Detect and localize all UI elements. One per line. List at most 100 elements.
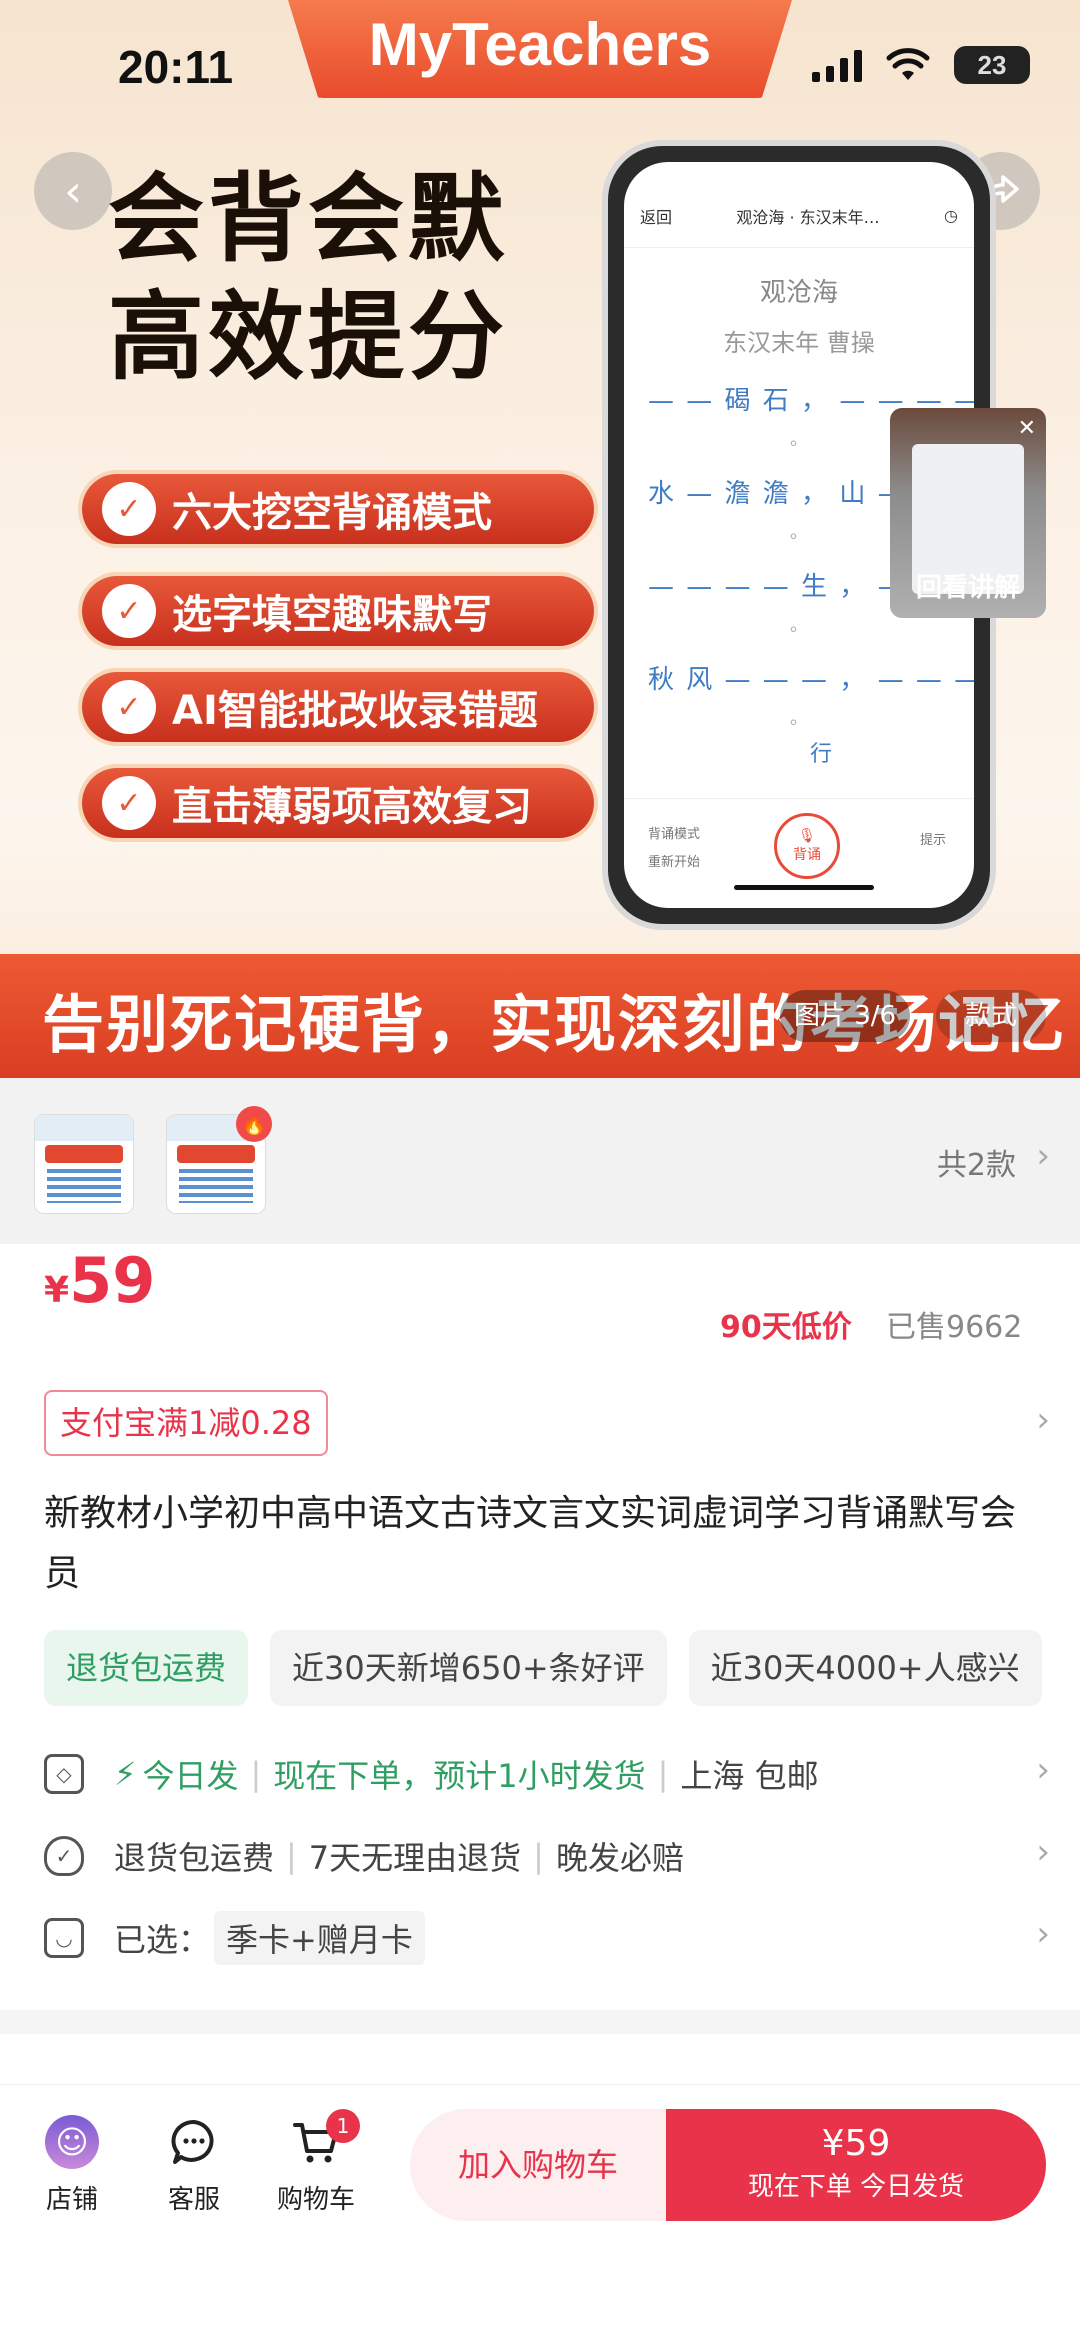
- service-row[interactable]: ✓ 退货包运费 | 7天无理由退货 | 晚发必赔: [44, 1826, 1044, 1886]
- customer-service-button[interactable]: 客服: [144, 2115, 244, 2216]
- banner-text: 告别死记硬背，实现深刻的考场记忆: [42, 988, 1067, 1061]
- buy-now-button[interactable]: ¥59 现在下单 今日发货: [666, 2109, 1046, 2221]
- restart-label: 重新开始: [648, 855, 701, 870]
- style-tab[interactable]: 款式: [936, 990, 1046, 1042]
- separator: |: [250, 1755, 262, 1793]
- hero-headline: 会背会默 高效提分: [108, 160, 508, 396]
- chat-icon: [167, 2115, 221, 2169]
- shield-check-icon: ✓: [44, 1836, 84, 1876]
- poem-dot: 。: [790, 708, 808, 729]
- separator: |: [533, 1837, 544, 1875]
- status-time: 20:11: [118, 41, 234, 93]
- home-indicator: [734, 885, 874, 890]
- tag-row: 退货包运费 近30天新增650+条好评 近30天4000+人感兴: [44, 1630, 1042, 1706]
- phone-toolbar-left: 背诵模式 重新开始: [648, 821, 700, 877]
- phone-back-label: 返回: [640, 207, 673, 227]
- price-symbol: ¥: [44, 1270, 70, 1311]
- chevron-right-icon[interactable]: ›: [1036, 1400, 1050, 1440]
- interest-tag: 近30天4000+人感兴: [688, 1630, 1042, 1706]
- brand-logo: MyTeachers: [288, 0, 792, 98]
- variant-thumbnail[interactable]: [34, 1114, 134, 1214]
- ship-desc: 现在下单，预计1小时发货: [273, 1757, 646, 1795]
- variant-thumb-lines: [47, 1169, 121, 1203]
- feature-pill: ✓ 六大挖空背诵模式: [82, 474, 594, 544]
- bottom-action-bar: ☺ 店铺 客服 1 购物车 加入购物车 ¥59 现在下单 今日发货: [0, 2084, 1080, 2337]
- service-2: 7天无理由退货: [308, 1839, 522, 1877]
- low-price-badge: 90天低价: [720, 1310, 852, 1345]
- chevron-right-icon: ›: [1036, 1914, 1050, 1954]
- chevron-right-icon: ›: [1036, 1832, 1050, 1872]
- chevron-right-icon: ›: [1036, 1750, 1050, 1790]
- service-3: 晚发必赔: [555, 1839, 684, 1877]
- cart-badge: 1: [326, 2109, 360, 2143]
- shop-label: 店铺: [45, 2185, 98, 2215]
- wifi-icon: [886, 48, 930, 80]
- service-label: 客服: [167, 2185, 220, 2215]
- poem-line: 行: [810, 742, 835, 767]
- poem-author: 东汉末年 曹操: [723, 329, 875, 357]
- price: ¥59: [44, 1244, 155, 1317]
- back-button[interactable]: ‹: [34, 152, 112, 230]
- close-icon[interactable]: ✕: [1018, 416, 1036, 441]
- mic-icon: 🎙: [798, 828, 816, 844]
- ship-today: 今日发: [142, 1757, 239, 1795]
- cart-label: 购物车: [276, 2185, 355, 2215]
- package-icon: ◇: [44, 1754, 84, 1794]
- cart-button[interactable]: 1 购物车: [266, 2109, 366, 2216]
- service-1: 退货包运费: [114, 1839, 275, 1877]
- tip-label: 提示: [919, 833, 946, 848]
- price-value: 59: [69, 1244, 156, 1317]
- image-counter: 图片 3/6: [780, 990, 910, 1042]
- poem-line: 秋 风 — — — ， — — — —: [648, 665, 974, 695]
- lightning-icon: ⚡: [114, 1755, 137, 1793]
- ship-location: 上海 包邮: [680, 1757, 819, 1795]
- selected-value: 季卡+赠月卡: [214, 1911, 425, 1965]
- check-icon: ✓: [102, 482, 156, 536]
- hot-flame-icon: 🔥: [236, 1106, 272, 1142]
- check-icon: ✓: [102, 584, 156, 638]
- headline-line-1: 会背会默: [108, 163, 508, 275]
- sold-count: 已售9662: [886, 1310, 1023, 1345]
- hero-banner: 告别死记硬背，实现深刻的考场记忆: [0, 954, 1080, 1078]
- feature-text: 六大挖空背诵模式: [172, 490, 492, 536]
- headline-line-2: 高效提分: [108, 281, 508, 393]
- selected-option-row[interactable]: ◡ 已选： 季卡+赠月卡: [44, 1908, 1044, 1968]
- feature-text: 选字填空趣味默写: [172, 592, 492, 638]
- phone-nav-title: 观沧海 · 东汉末年…: [736, 207, 880, 227]
- shipping-row[interactable]: ◇ ⚡ 今日发 | 现在下单，预计1小时发货 | 上海 包邮: [44, 1744, 1044, 1804]
- feature-text: 直击薄弱项高效复习: [172, 784, 532, 830]
- variant-thumb-lines: [179, 1169, 253, 1203]
- clock-icon: ◷: [944, 206, 958, 225]
- feature-text: AI智能批改收录错题: [172, 688, 538, 734]
- product-image-carousel[interactable]: MyTeachers 20:11 23 ‹ 会背会默 高效提分 ✓ 六大挖空背诵模…: [0, 0, 1080, 1078]
- video-replay-thumbnail[interactable]: ✕ 回看讲解: [890, 408, 1046, 618]
- shop-button[interactable]: ☺ 店铺: [22, 2115, 122, 2216]
- signal-icon: [812, 48, 862, 82]
- return-shipping-tag: 退货包运费: [44, 1630, 249, 1706]
- product-title: 新教材小学初中高中语文古诗文言文实词虚词学习背诵默写会员: [44, 1493, 1017, 1594]
- variant-thumb-header: [35, 1115, 133, 1141]
- selected-label: 已选：: [114, 1921, 211, 1959]
- battery-icon: 23: [954, 46, 1030, 84]
- phone-toolbar: 背诵模式 重新开始 🎙 背诵 提示: [624, 798, 974, 908]
- buy-subtext: 现在下单 今日发货: [747, 2172, 965, 2202]
- feature-pill: ✓ 选字填空趣味默写: [82, 576, 594, 646]
- phone-nav: 返回 观沧海 · 东汉末年… ◷: [624, 184, 974, 248]
- check-icon: ✓: [102, 680, 156, 734]
- add-to-cart-button[interactable]: 加入购物车: [410, 2109, 666, 2221]
- separator: |: [657, 1755, 669, 1793]
- variant-count[interactable]: 共2款: [937, 1140, 1016, 1184]
- mic-label: 背诵: [793, 847, 821, 863]
- coupon-tag[interactable]: 支付宝满1减0.28: [44, 1390, 328, 1456]
- variant-selector[interactable]: [0, 1078, 1080, 1244]
- variant-thumb-red: [45, 1145, 123, 1163]
- mic-button: 🎙 背诵: [774, 813, 840, 879]
- separator: |: [286, 1837, 297, 1875]
- shop-avatar: ☺: [45, 2115, 99, 2169]
- buy-price: ¥59: [821, 2123, 891, 2164]
- video-label: 回看讲解: [915, 573, 1020, 603]
- chevron-right-icon: ›: [1036, 1136, 1050, 1176]
- poem-title: 观沧海: [759, 278, 838, 308]
- feature-pill: ✓ 直击薄弱项高效复习: [82, 768, 594, 838]
- feature-pill: ✓ AI智能批改收录错题: [82, 672, 594, 742]
